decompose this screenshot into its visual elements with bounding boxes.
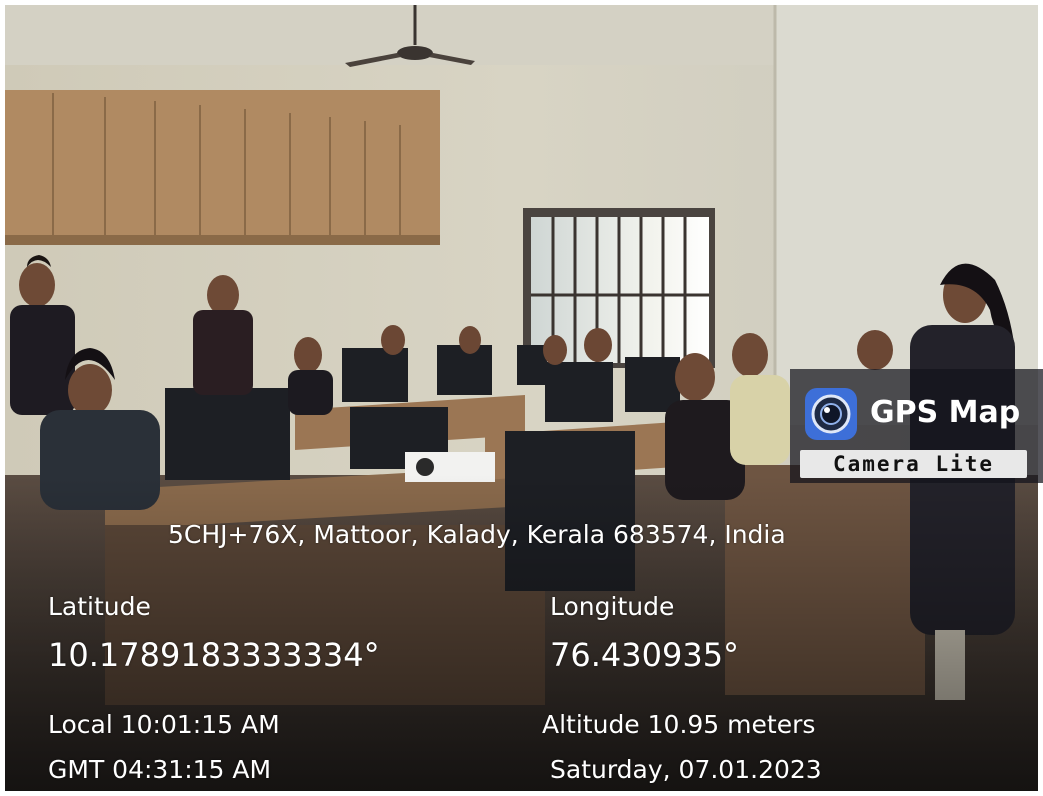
watermark-title: GPS Map [870,395,1021,430]
longitude-value: 76.430935° [550,636,740,674]
gmt-time-text: GMT 04:31:15 AM [48,755,272,784]
watermark-subtitle: Camera Lite [800,450,1027,478]
latitude-value: 10.1789183333334° [48,636,380,674]
gps-camera-photo: 5CHJ+76X, Mattoor, Kalady, Kerala 683574… [0,0,1043,796]
altitude-text: Altitude 10.95 meters [542,710,816,739]
address-text: 5CHJ+76X, Mattoor, Kalady, Kerala 683574… [168,520,786,549]
local-time-text: Local 10:01:15 AM [48,710,280,739]
longitude-label: Longitude [550,592,675,621]
date-text: Saturday, 07.01.2023 [550,755,822,784]
camera-lens-icon [805,388,857,440]
latitude-label: Latitude [48,592,151,621]
gps-map-camera-watermark: GPS Map Camera Lite [790,369,1043,483]
